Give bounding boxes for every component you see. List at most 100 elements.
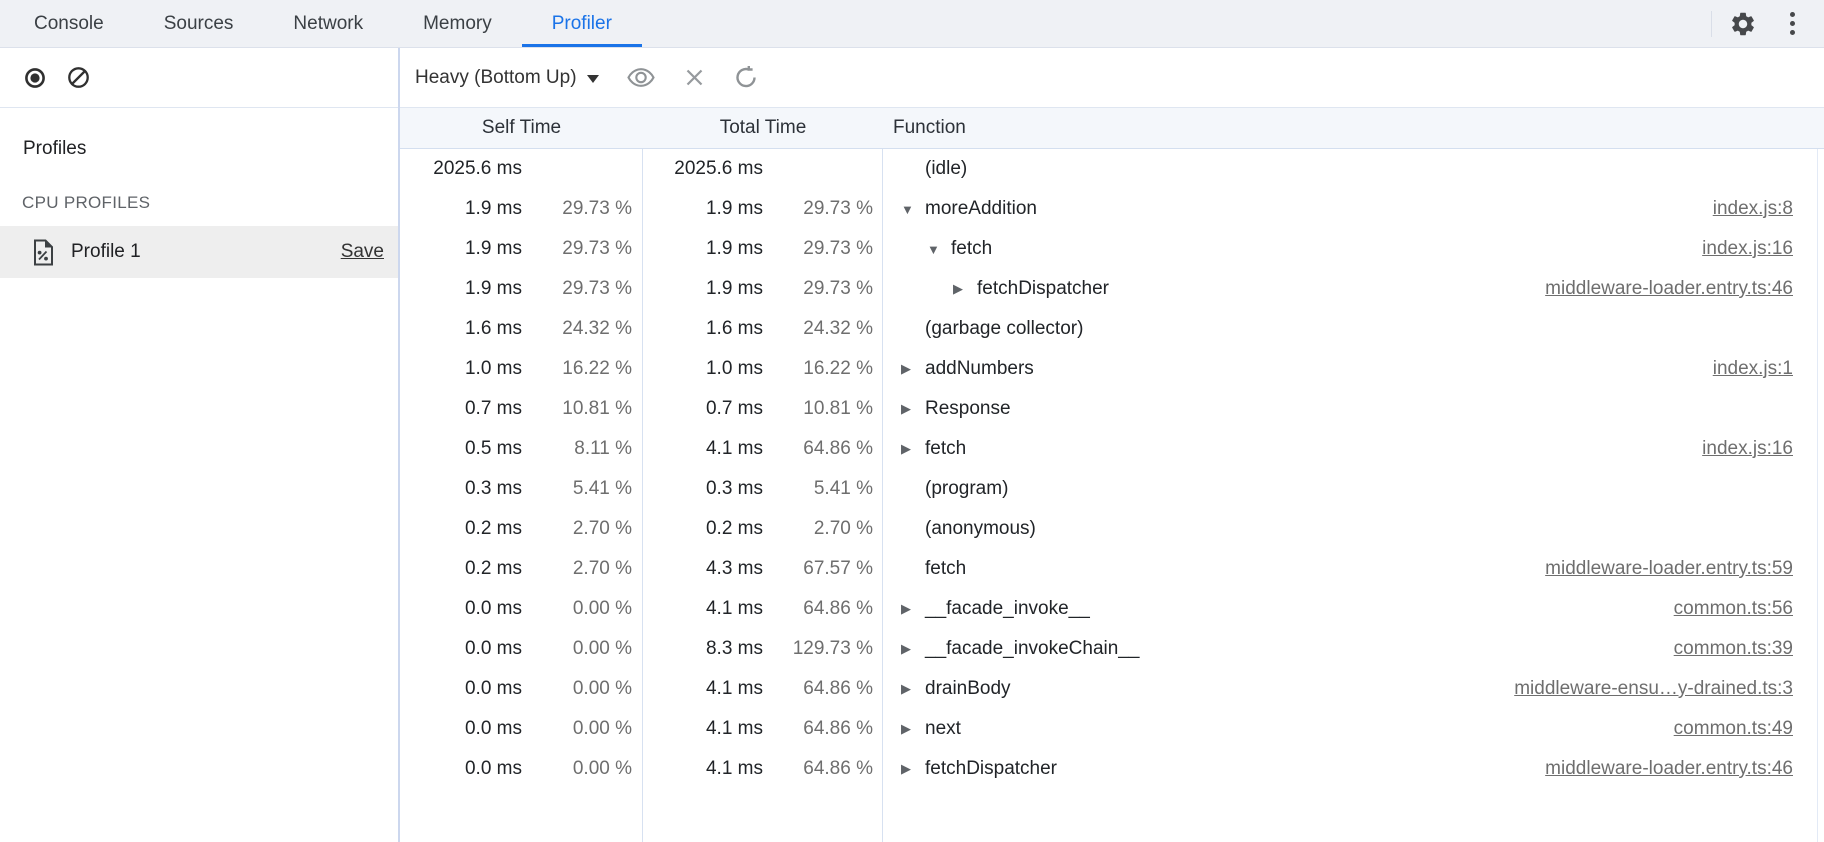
source-link[interactable]: index.js:16: [1702, 238, 1793, 260]
tree-expand-icon[interactable]: ▶: [901, 721, 925, 737]
table-row[interactable]: 0.0 ms 0.00 % 4.1 ms 64.86 % ▶ fetchDisp…: [400, 749, 1824, 789]
refresh-button[interactable]: [733, 65, 759, 90]
profiler-data-grid: Self Time Total Time Function 2025.6 ms …: [400, 108, 1824, 842]
function-name: (anonymous): [925, 518, 1036, 540]
total-time-pct: 24.32 %: [763, 318, 873, 340]
source-link[interactable]: middleware-loader.entry.ts:59: [1545, 558, 1793, 580]
self-time-ms: 2025.6 ms: [400, 158, 522, 180]
self-time-pct: 29.73 %: [522, 198, 632, 220]
cpu-profiles-heading: CPU PROFILES: [22, 193, 398, 213]
total-time-ms: 1.0 ms: [643, 358, 763, 380]
function-name: (program): [925, 478, 1008, 500]
total-time-pct: 29.73 %: [763, 198, 873, 220]
settings-button[interactable]: [1728, 9, 1758, 39]
devtools-tab-bar: ConsoleSourcesNetworkMemoryProfiler: [0, 0, 1824, 48]
self-time-pct: 0.00 %: [522, 638, 632, 660]
source-link[interactable]: index.js:16: [1702, 438, 1793, 460]
close-icon: [683, 66, 706, 89]
refresh-icon: [733, 65, 759, 90]
table-row[interactable]: 0.0 ms 0.00 % 4.1 ms 64.86 % ▶ drainBody…: [400, 669, 1824, 709]
self-time-pct: 16.22 %: [522, 358, 632, 380]
tree-expand-icon[interactable]: ▼: [901, 202, 925, 217]
gear-icon: [1729, 10, 1757, 38]
record-icon: [24, 67, 46, 89]
total-time-ms: 0.7 ms: [643, 398, 763, 420]
total-time-ms: 4.1 ms: [643, 758, 763, 780]
table-row[interactable]: 1.9 ms 29.73 % 1.9 ms 29.73 % ▶ fetchDis…: [400, 269, 1824, 309]
tab-console[interactable]: Console: [4, 0, 134, 47]
tree-expand-icon[interactable]: ▶: [901, 441, 925, 457]
source-link[interactable]: middleware-loader.entry.ts:46: [1545, 758, 1793, 780]
profile-document-icon: [32, 239, 54, 266]
column-header-self-time[interactable]: Self Time: [400, 108, 643, 148]
table-row[interactable]: 0.0 ms 0.00 % 4.1 ms 64.86 % ▶ __facade_…: [400, 589, 1824, 629]
total-time-ms: 4.3 ms: [643, 558, 763, 580]
tree-expand-icon[interactable]: ▼: [927, 242, 951, 257]
table-row[interactable]: 0.3 ms 5.41 % 0.3 ms 5.41 % (program): [400, 469, 1824, 509]
total-time-ms: 0.3 ms: [643, 478, 763, 500]
self-time-ms: 1.9 ms: [400, 198, 522, 220]
source-link[interactable]: common.ts:49: [1674, 718, 1793, 740]
delete-profile-button[interactable]: [683, 66, 706, 89]
table-row[interactable]: 2025.6 ms 2025.6 ms (idle): [400, 149, 1824, 189]
function-name: __facade_invokeChain__: [925, 638, 1139, 660]
tree-expand-icon[interactable]: ▶: [901, 641, 925, 657]
save-link[interactable]: Save: [341, 241, 384, 263]
devtools-profiler-panel: ConsoleSourcesNetworkMemoryProfiler: [0, 0, 1824, 842]
self-time-pct: 29.73 %: [522, 278, 632, 300]
total-time-pct: 10.81 %: [763, 398, 873, 420]
table-row[interactable]: 0.0 ms 0.00 % 4.1 ms 64.86 % ▶ next comm…: [400, 709, 1824, 749]
self-time-ms: 0.2 ms: [400, 558, 522, 580]
total-time-pct: 5.41 %: [763, 478, 873, 500]
table-row[interactable]: 1.6 ms 24.32 % 1.6 ms 24.32 % (garbage c…: [400, 309, 1824, 349]
total-time-pct: 64.86 %: [763, 758, 873, 780]
function-name: fetch: [925, 558, 966, 580]
tree-expand-icon[interactable]: ▶: [901, 681, 925, 697]
column-header-function[interactable]: Function: [883, 108, 1824, 148]
tab-profiler[interactable]: Profiler: [522, 0, 642, 47]
total-time-ms: 1.9 ms: [643, 198, 763, 220]
focus-selected-button[interactable]: [626, 67, 656, 88]
column-header-total-time[interactable]: Total Time: [643, 108, 883, 148]
tab-memory[interactable]: Memory: [393, 0, 522, 47]
self-time-ms: 1.9 ms: [400, 278, 522, 300]
table-row[interactable]: 1.9 ms 29.73 % 1.9 ms 29.73 % ▼ fetch in…: [400, 229, 1824, 269]
source-link[interactable]: index.js:8: [1713, 198, 1793, 220]
function-name: (idle): [925, 158, 967, 180]
tree-expand-icon[interactable]: ▶: [953, 281, 977, 297]
source-link[interactable]: middleware-ensu…y-drained.ts:3: [1514, 678, 1793, 700]
source-link[interactable]: common.ts:39: [1674, 638, 1793, 660]
self-time-ms: 0.0 ms: [400, 638, 522, 660]
block-icon: [67, 66, 90, 89]
total-time-ms: 1.6 ms: [643, 318, 763, 340]
table-row[interactable]: 1.9 ms 29.73 % 1.9 ms 29.73 % ▼ moreAddi…: [400, 189, 1824, 229]
record-button[interactable]: [24, 67, 46, 89]
self-time-ms: 0.7 ms: [400, 398, 522, 420]
tree-expand-icon[interactable]: ▶: [901, 361, 925, 377]
sidebar-item-profile-1[interactable]: Profile 1 Save: [0, 226, 398, 278]
profile-view-mode-select[interactable]: Heavy (Bottom Up): [415, 67, 599, 89]
self-time-pct: 24.32 %: [522, 318, 632, 340]
total-time-ms: 4.1 ms: [643, 678, 763, 700]
table-row[interactable]: 0.0 ms 0.00 % 8.3 ms 129.73 % ▶ __facade…: [400, 629, 1824, 669]
table-row[interactable]: 0.5 ms 8.11 % 4.1 ms 64.86 % ▶ fetch ind…: [400, 429, 1824, 469]
source-link[interactable]: index.js:1: [1713, 358, 1793, 380]
self-time-pct: 2.70 %: [522, 558, 632, 580]
tab-sources[interactable]: Sources: [134, 0, 264, 47]
tree-expand-icon[interactable]: ▶: [901, 401, 925, 417]
total-time-ms: 1.9 ms: [643, 278, 763, 300]
tree-expand-icon[interactable]: ▶: [901, 761, 925, 777]
source-link[interactable]: middleware-loader.entry.ts:46: [1545, 278, 1793, 300]
table-row[interactable]: 1.0 ms 16.22 % 1.0 ms 16.22 % ▶ addNumbe…: [400, 349, 1824, 389]
source-link[interactable]: common.ts:56: [1674, 598, 1793, 620]
table-row[interactable]: 0.7 ms 10.81 % 0.7 ms 10.81 % ▶ Response: [400, 389, 1824, 429]
function-name: fetchDispatcher: [925, 758, 1057, 780]
clear-button[interactable]: [67, 66, 90, 89]
tree-expand-icon[interactable]: ▶: [901, 601, 925, 617]
table-row[interactable]: 0.2 ms 2.70 % 0.2 ms 2.70 % (anonymous): [400, 509, 1824, 549]
more-options-button[interactable]: [1782, 12, 1802, 35]
tab-network[interactable]: Network: [263, 0, 393, 47]
self-time-ms: 0.0 ms: [400, 678, 522, 700]
total-time-pct: 64.86 %: [763, 678, 873, 700]
table-row[interactable]: 0.2 ms 2.70 % 4.3 ms 67.57 % fetch middl…: [400, 549, 1824, 589]
